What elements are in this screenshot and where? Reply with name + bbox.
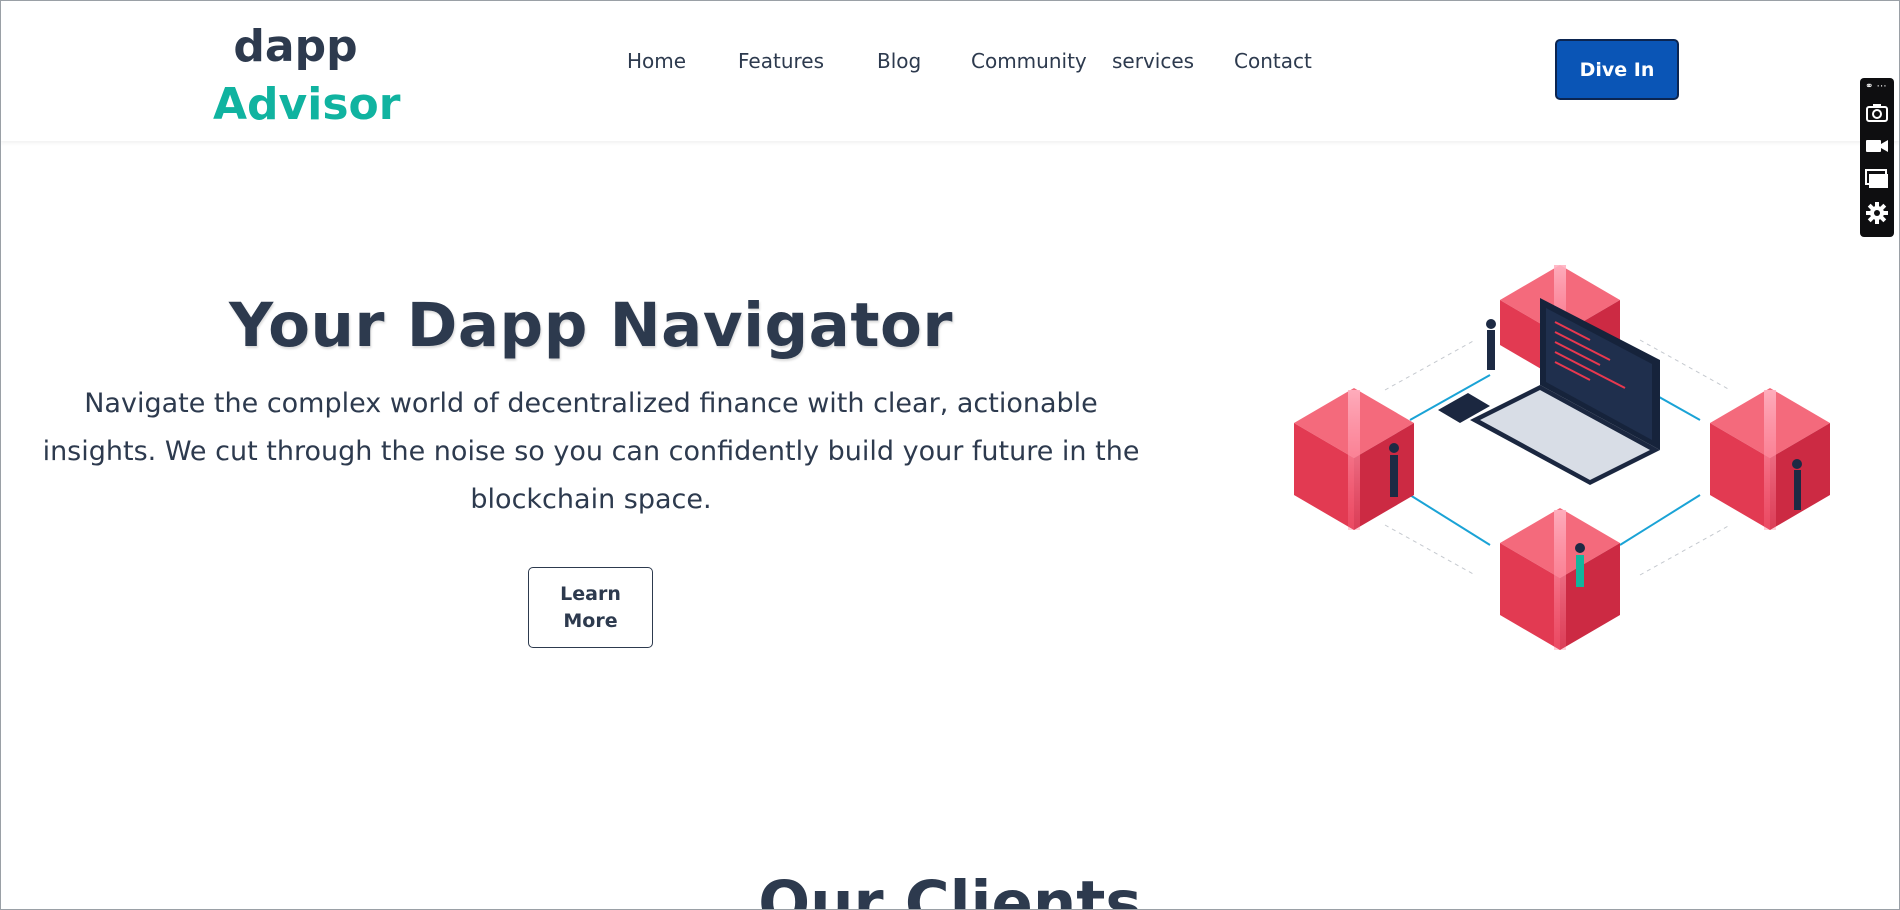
- nav-home[interactable]: Home: [627, 49, 686, 73]
- nav-services[interactable]: services: [1112, 49, 1194, 73]
- dive-in-button[interactable]: Dive In: [1555, 39, 1679, 100]
- site-header: dapp Advisor Home Features Blog Communit…: [0, 0, 1900, 141]
- cube-bottom: [1500, 508, 1620, 650]
- cube-right: [1710, 388, 1830, 530]
- blockchain-illustration: [1294, 265, 1830, 650]
- nav-blog[interactable]: Blog: [877, 49, 921, 73]
- logo-line-1: dapp: [233, 21, 358, 72]
- logo-line-2: Advisor: [213, 79, 401, 130]
- laptop: [1438, 298, 1660, 485]
- video-icon[interactable]: [1865, 134, 1889, 158]
- hero-description: Navigate the complex world of decentrali…: [42, 388, 1140, 515]
- gear-icon[interactable]: [1865, 201, 1889, 225]
- window-icon[interactable]: [1865, 167, 1889, 191]
- section-title-clients: Our Clients: [758, 868, 1142, 910]
- logo[interactable]: dapp Advisor: [213, 18, 401, 134]
- more-icon[interactable]: ⋯: [1877, 81, 1887, 92]
- nav-features[interactable]: Features: [738, 49, 824, 73]
- floating-toolbar: ⚭ ⋯: [1860, 78, 1894, 237]
- camera-icon[interactable]: [1865, 100, 1889, 124]
- link-icon[interactable]: ⚭: [1865, 81, 1873, 92]
- hero-title: Your Dapp Navigator: [229, 290, 953, 361]
- toolbar-header: ⚭ ⋯: [1865, 82, 1887, 92]
- nav-community[interactable]: Community: [971, 49, 1087, 73]
- nav-contact[interactable]: Contact: [1234, 49, 1312, 73]
- learn-more-button[interactable]: Learn More: [528, 567, 653, 648]
